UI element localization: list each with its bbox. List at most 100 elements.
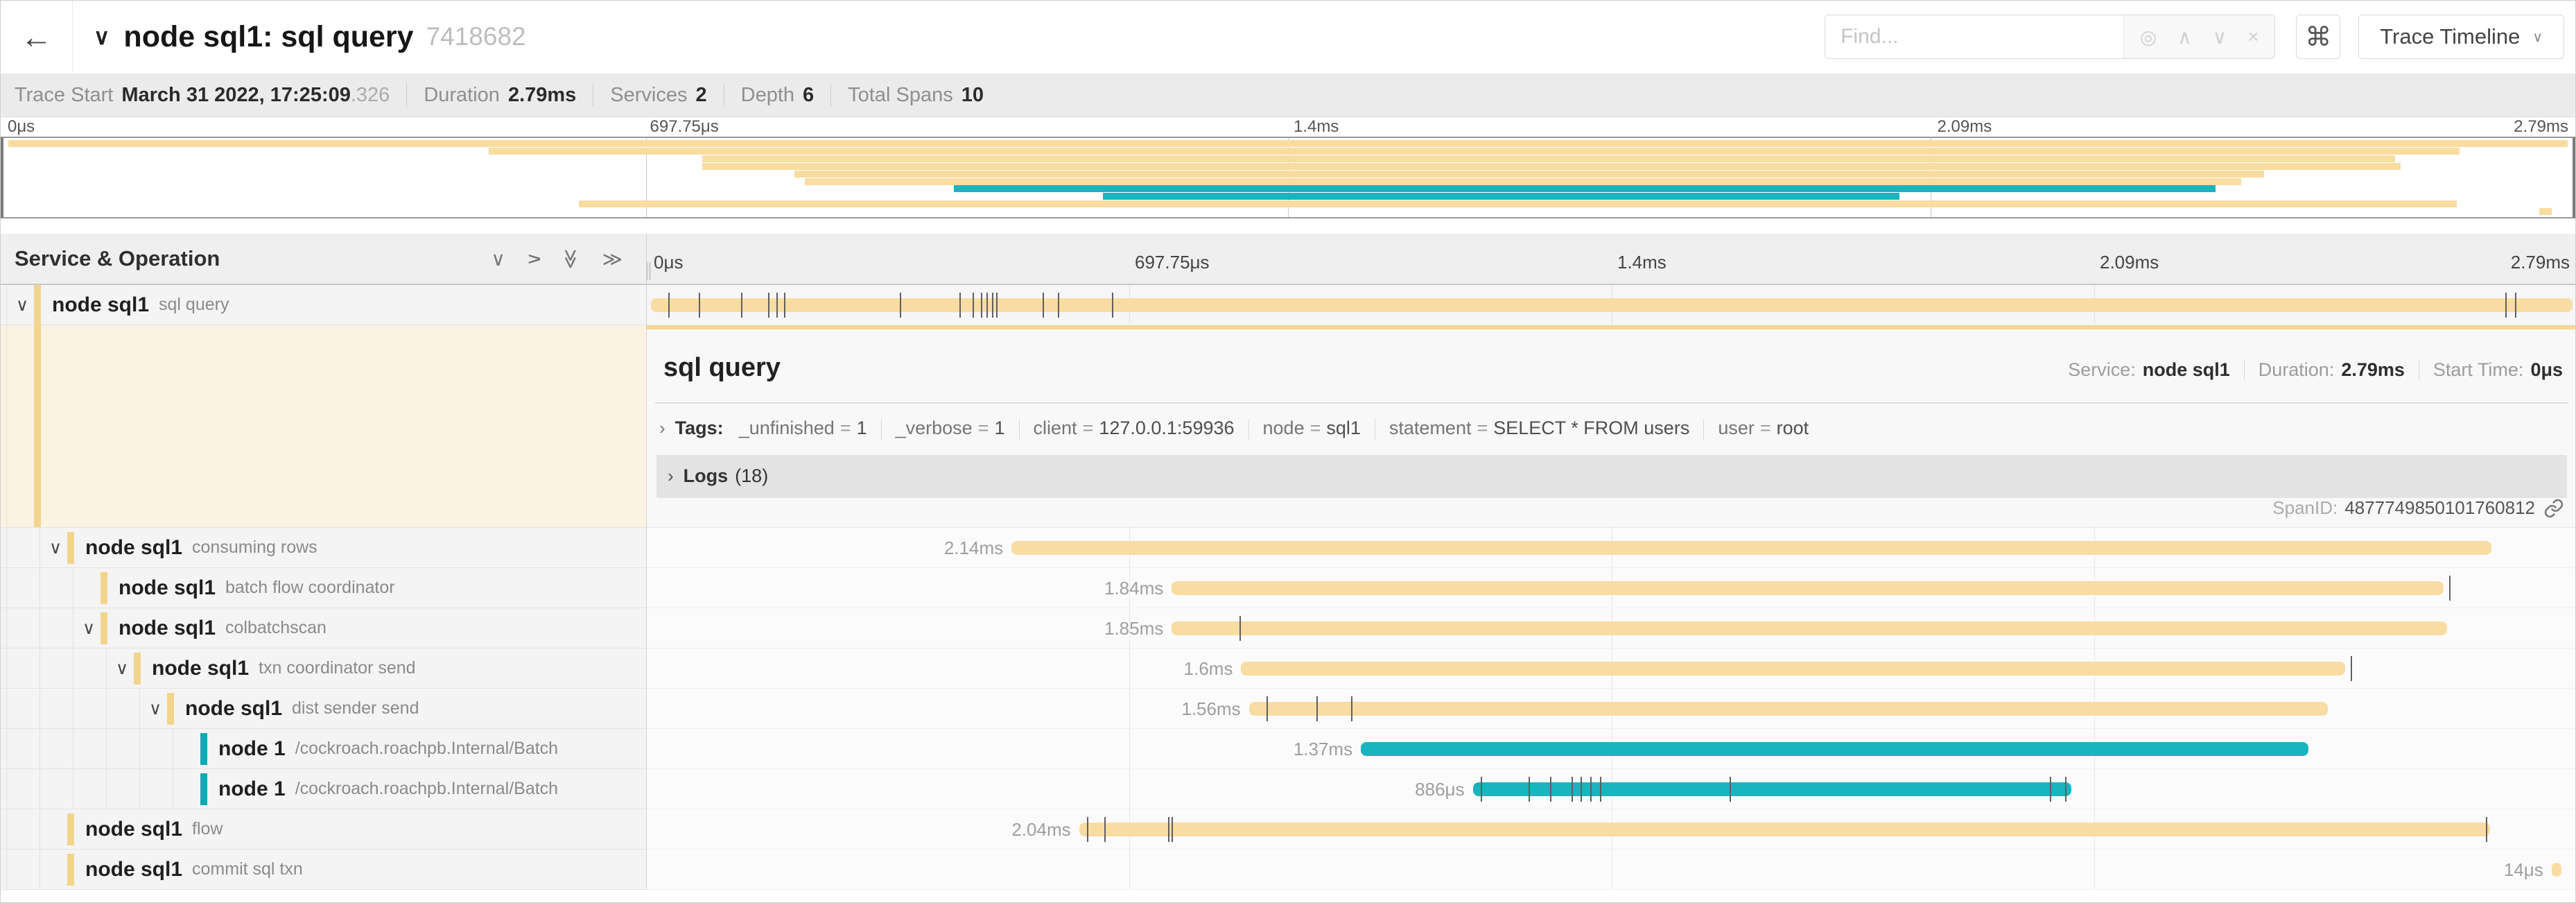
span-log-marker [668,293,670,318]
span-log-marker [1087,817,1088,842]
span-log-marker [1104,817,1106,842]
timeline-tick-label: 1.4ms [1617,252,1666,273]
span-log-marker [2449,576,2451,601]
span-tree-row[interactable]: node 1/cockroach.roachpb.Internal/Batch [1,769,646,809]
span-tree-row[interactable]: node sql1commit sql txn [1,850,646,890]
span-color-strip [647,325,2576,329]
span-timeline-row[interactable]: 1.37ms [647,729,2576,769]
summary-label: Duration [424,84,500,107]
span-timeline-row[interactable]: 14μs [647,850,2576,890]
tags-label: Tags: [675,418,724,439]
span-operation-name: batch flow coordinator [225,578,395,598]
span-collapse-icon[interactable]: ∨ [143,698,167,719]
trace-id: 7418682 [426,22,526,51]
span-accent [200,773,207,805]
span-timeline-row[interactable]: 1.84ms [647,568,2576,608]
timeline-tick-label: 697.75μs [1135,252,1210,273]
span-bar[interactable] [1361,742,2308,756]
back-arrow-icon: ← [21,18,53,55]
span-bar[interactable] [1172,581,2444,595]
collapse-all-icon[interactable]: ≫ [560,248,583,268]
span-bar[interactable] [1079,823,2490,836]
summary-value: 6 [803,84,814,107]
find-input[interactable] [1825,15,2123,58]
chevron-right-icon: › [659,418,665,439]
span-bar[interactable] [1011,541,2491,555]
span-timeline-row[interactable]: 1.85ms [647,608,2576,648]
logs-row[interactable]: › Logs (18) [656,455,2567,498]
span-bar[interactable] [651,298,2573,312]
service-operation-header: Service & Operation ∨ ∨ ≫ ≫ ∥ [1,234,647,285]
clear-search-icon[interactable]: × [2247,26,2259,48]
command-icon: ⌘ [2305,22,2331,53]
span-duration-label: 1.56ms [1102,689,1241,729]
span-timeline-row[interactable] [647,285,2576,325]
span-bar[interactable] [1241,662,2344,676]
minimap-span-bar [954,185,2216,192]
span-log-marker [1239,616,1241,641]
tags-row[interactable]: › Tags: _unfinished=1_verbose=1client=12… [647,404,2576,440]
span-collapse-icon[interactable]: ∨ [110,658,134,679]
span-tree-row[interactable]: ∨node sql1colbatchscan [1,608,646,648]
span-collapse-icon[interactable]: ∨ [44,538,67,558]
expand-all-icon[interactable]: ≫ [602,248,623,270]
summary-label: Trace Start [15,84,113,107]
summary-value: 2 [696,84,707,107]
minimap-span-bar [579,200,2457,207]
span-bar[interactable] [1473,782,2071,796]
span-tree-row[interactable]: ∨node sql1consuming rows [1,528,646,568]
span-timeline-row[interactable]: 1.6ms [647,648,2576,689]
span-log-marker [1481,777,1482,802]
span-operation-name: flow [192,819,223,839]
prev-match-icon[interactable]: ∧ [2177,26,2192,49]
service-operation-title: Service & Operation [15,246,491,271]
span-detail-meta: Service: node sql1 Duration: 2.79ms Star… [2068,359,2563,381]
span-tree-row[interactable]: ∨node sql1sql query [1,285,646,325]
view-selector-button[interactable]: Trace Timeline ∨ [2358,15,2564,59]
span-duration-label: 2.04ms [932,809,1071,850]
span-timeline-row[interactable]: 2.14ms [647,528,2576,568]
tag-item: statement=SELECT * FROM users [1389,418,1689,438]
span-log-marker [1351,696,1352,721]
span-timeline-row[interactable]: 2.04ms [647,809,2576,850]
duration-value: 2.79ms [2341,359,2405,381]
tag-item: node=sql1 [1263,418,1361,438]
span-bar[interactable] [1249,702,2328,716]
span-service-name: node sql1 [119,576,216,600]
span-tree-row[interactable]: node sql1 batch flow coordinator [1,568,646,608]
span-log-marker [992,293,993,318]
back-button[interactable]: ← [1,1,73,73]
span-log-marker [1600,777,1601,802]
find-box: ◎ ∧ ∨ × [1825,15,2275,59]
span-timeline-row[interactable]: 886μs [647,769,2576,809]
span-tree-row[interactable]: node 1/cockroach.roachpb.Internal/Batch [1,729,646,769]
span-id-value: 4877749850101760812 [2344,497,2535,519]
span-service-name: node sql1 [52,293,149,317]
trace-summary-bar: Trace Start March 31 2022, 17:25:09.326 Du… [1,74,2575,117]
collapse-one-icon[interactable]: ∨ [491,248,505,270]
span-tree-row[interactable]: node sql1flow [1,809,646,850]
span-id-label: SpanID: [2272,497,2338,519]
span-tree-row[interactable]: ∨node sql1txn coordinator send [1,648,646,689]
duration-label: Duration: [2259,359,2335,381]
span-collapse-icon[interactable]: ∨ [10,295,34,316]
link-icon[interactable] [2543,498,2564,519]
expand-one-icon[interactable]: ∨ [522,252,545,266]
locate-icon[interactable]: ◎ [2140,26,2157,49]
span-bar[interactable] [2552,863,2561,877]
trace-minimap[interactable] [1,137,2575,218]
trace-collapse-icon[interactable]: ∨ [94,24,110,50]
span-log-marker [2515,293,2516,318]
span-collapse-icon[interactable]: ∨ [77,618,101,639]
span-bar[interactable] [1172,621,2447,635]
summary-value: March 31 2022, 17:25:09.326 [121,84,390,107]
span-tree-row[interactable]: ∨node sql1dist sender send [1,689,646,729]
trace-title: node sql1: sql query [123,20,413,54]
span-duration-label: 1.6ms [1094,648,1233,689]
keyboard-shortcuts-button[interactable]: ⌘ [2296,15,2340,59]
span-timeline-row[interactable]: 1.56ms [647,689,2576,729]
next-match-icon[interactable]: ∨ [2213,26,2227,49]
service-value: node sql1 [2143,359,2230,381]
minimap-span-bar [1103,193,1899,200]
panel-resize-grip[interactable]: ∥ [644,259,653,281]
